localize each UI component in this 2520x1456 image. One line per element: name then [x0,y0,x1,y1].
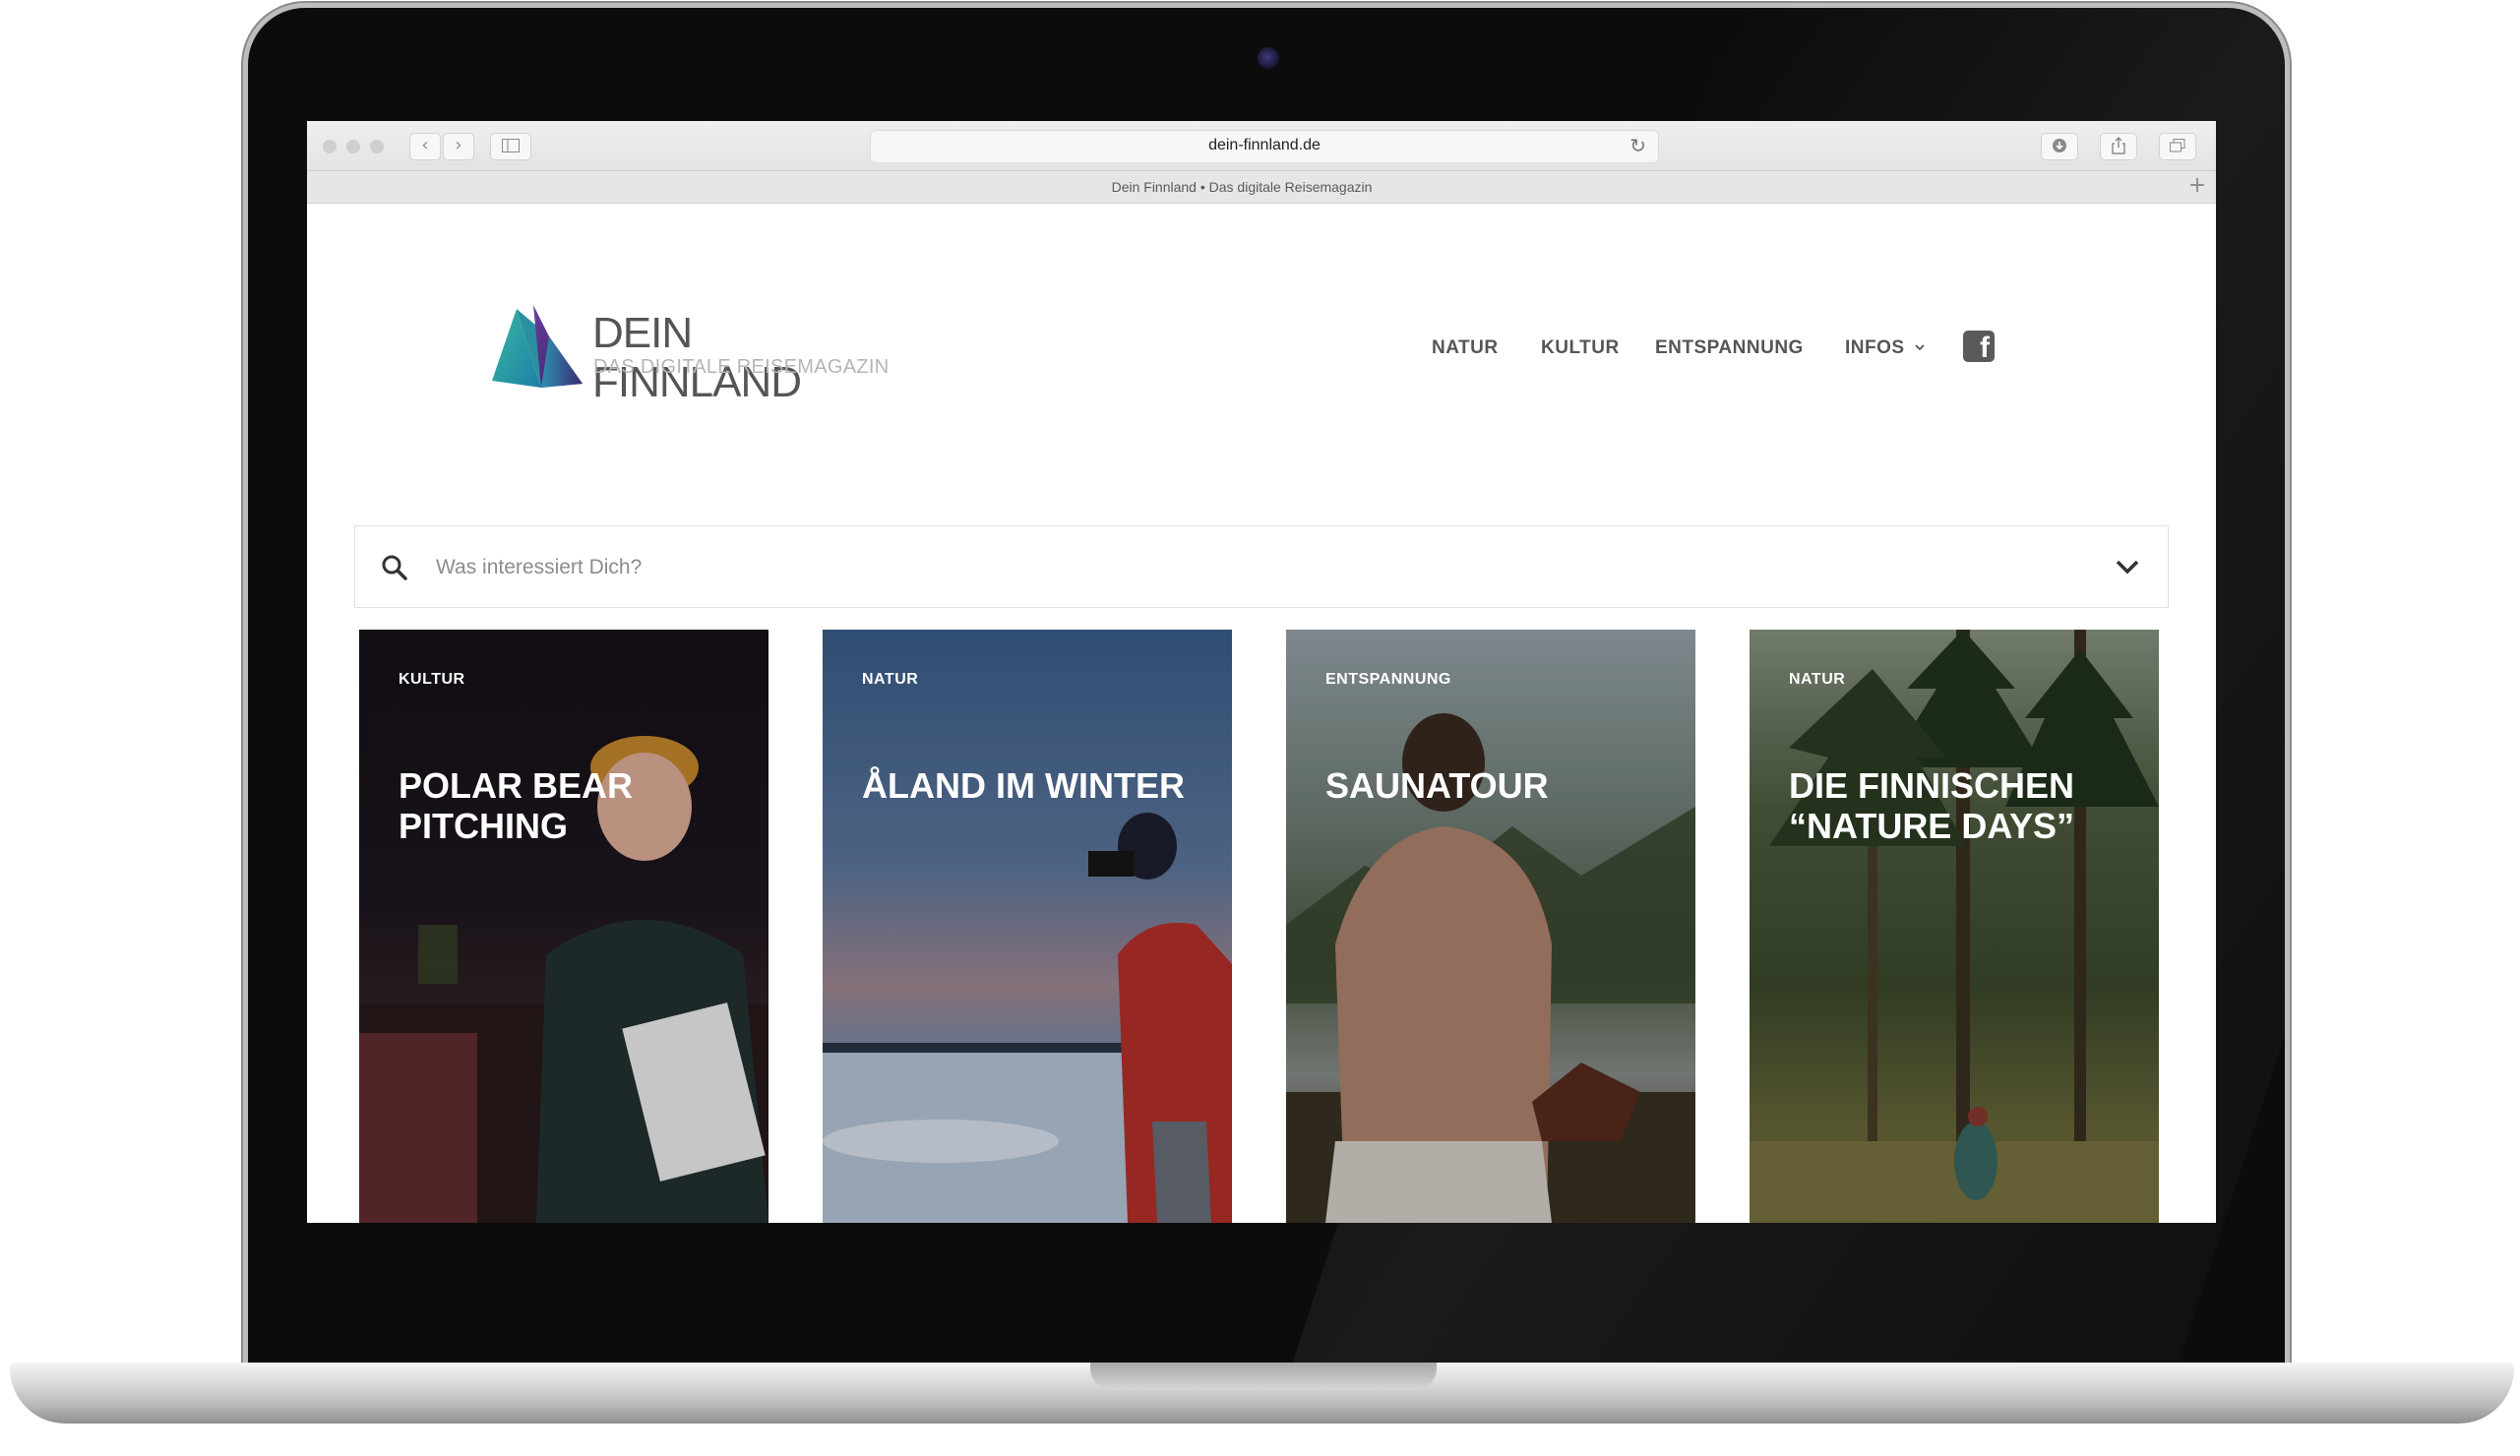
card-category: NATUR [1789,671,1846,688]
search-bar[interactable]: Was interessiert Dich? [354,525,2169,608]
webpage: DEIN FINNLAND DAS DIGITALE REISEMAGAZIN … [307,204,2216,1223]
tab-bar: Dein Finnland • Das digitale Reisemagazi… [307,171,2216,204]
nav-infos[interactable]: INFOS [1845,337,1926,359]
webcam-icon [1258,47,1279,69]
nav-natur[interactable]: NATUR [1432,337,1499,359]
active-tab[interactable]: Dein Finnland • Das digitale Reisemagazi… [307,179,2177,195]
chevron-right-icon: › [455,135,462,155]
tabs-icon [2170,139,2185,152]
close-window-button[interactable] [323,140,337,153]
laptop-notch [1090,1363,1437,1390]
nav-kultur[interactable]: KULTUR [1541,337,1620,359]
nav-infos-label: INFOS [1845,337,1905,358]
maximize-window-button[interactable] [370,140,384,153]
new-tab-button[interactable]: + [2184,174,2210,200]
tabs-overview-button[interactable] [2159,133,2196,160]
sidebar-icon [502,139,520,152]
forward-button[interactable]: › [443,133,474,160]
url-text: dein-finnland.de [1208,137,1321,153]
share-button[interactable] [2100,133,2137,160]
card-category: ENTSPANNUNG [1325,671,1451,688]
browser-window: ‹ › dein-finnland.de ↻ Dein Finnland • D… [307,121,2216,1223]
share-icon [2112,137,2125,154]
article-card[interactable]: NATUR DIE FINNISCHEN “NATURE DAYS” [1750,630,2159,1223]
card-category: KULTUR [399,671,465,688]
minimize-window-button[interactable] [346,140,360,153]
article-card[interactable]: NATUR ÅLAND IM WINTER [823,630,1232,1223]
article-card[interactable]: KULTUR POLAR BEAR PITCHING [359,630,768,1223]
chevron-left-icon: ‹ [421,135,429,155]
nav-entspannung[interactable]: ENTSPANNUNG [1655,337,1804,359]
card-category: NATUR [862,671,919,688]
plus-icon: + [2187,173,2207,198]
logo-prism-icon [492,305,583,388]
card-title: SAUNATOUR [1325,765,1549,806]
address-bar[interactable]: dein-finnland.de ↻ [870,130,1659,163]
card-title: ÅLAND IM WINTER [862,765,1185,806]
facebook-icon[interactable]: f [1963,331,1995,364]
card-title: DIE FINNISCHEN “NATURE DAYS” [1789,765,2075,846]
chevron-down-icon [1915,344,1925,351]
back-button[interactable]: ‹ [409,133,441,160]
card-title: POLAR BEAR PITCHING [399,765,634,846]
browser-toolbar: ‹ › dein-finnland.de ↻ [307,121,2216,171]
search-input[interactable]: Was interessiert Dich? [436,556,642,579]
chevron-down-icon[interactable] [2115,558,2140,576]
sidebar-button[interactable] [490,133,531,160]
reload-icon[interactable]: ↻ [1629,134,1646,157]
downloads-button[interactable] [2041,133,2078,160]
search-icon [382,555,407,580]
logo-subtitle: DAS DIGITALE REISEMAGAZIN [593,356,890,378]
download-icon [2053,139,2066,152]
site-logo[interactable]: DEIN FINNLAND DAS DIGITALE REISEMAGAZIN [484,297,897,406]
article-card[interactable]: ENTSPANNUNG SAUNATOUR [1286,630,1695,1223]
